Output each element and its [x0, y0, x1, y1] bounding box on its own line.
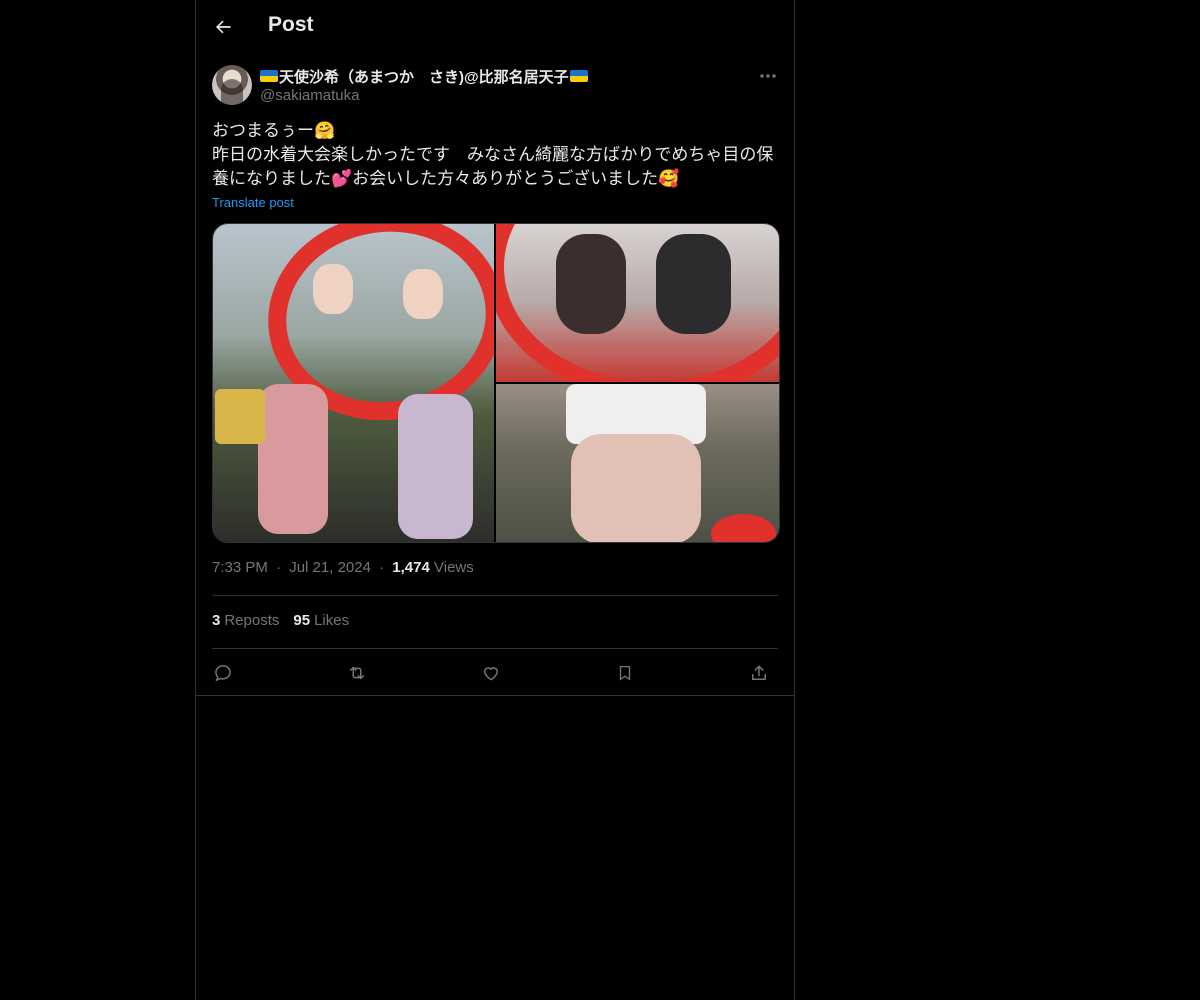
views-count: 1,474 — [392, 559, 430, 576]
post-time[interactable]: 7:33 PM — [212, 559, 268, 576]
like-icon — [481, 663, 501, 683]
ukraine-flag-icon — [260, 70, 278, 82]
share-button[interactable] — [746, 660, 772, 686]
meta-separator: · — [276, 559, 282, 576]
ukraine-flag-icon — [569, 70, 588, 82]
post-date[interactable]: Jul 21, 2024 — [289, 559, 371, 576]
views-label: Views — [434, 559, 474, 576]
reply-icon — [213, 663, 233, 683]
action-bar — [212, 658, 778, 688]
person-face — [403, 269, 443, 319]
more-options-button[interactable] — [758, 66, 778, 86]
likes-label: Likes — [314, 612, 350, 629]
page-title: Post — [268, 13, 314, 36]
reposts-label: Reposts — [224, 612, 280, 629]
divider — [212, 648, 778, 649]
person-hair — [656, 234, 731, 334]
person-body — [258, 384, 328, 534]
person-body — [398, 394, 473, 539]
photo-2[interactable] — [496, 224, 779, 382]
post-text-line: 昨日の水着大会楽しかったです みなさん綺麗な方ばかりでめちゃ目の保養になりました… — [212, 145, 774, 188]
meta-separator: · — [379, 559, 385, 576]
heart-balloon — [496, 224, 779, 382]
bookmark-icon — [616, 663, 634, 683]
translate-post-link[interactable]: Translate post — [212, 195, 294, 210]
bookmark-button[interactable] — [612, 660, 638, 686]
like-button[interactable] — [478, 660, 504, 686]
reply-button[interactable] — [210, 660, 236, 686]
reposts-stat[interactable]: 3 Reposts — [212, 612, 279, 629]
back-button[interactable] — [210, 12, 236, 42]
heart-balloon — [711, 514, 776, 542]
author-handle[interactable]: @sakiamatuka — [260, 87, 359, 104]
photo-1[interactable] — [213, 224, 494, 542]
post-text-line: おつまるぅー🤗 — [212, 121, 336, 140]
person-hair — [556, 234, 626, 334]
post-text: おつまるぅー🤗 昨日の水着大会楽しかったです みなさん綺麗な方ばかりでめちゃ目の保… — [212, 119, 778, 191]
post-detail-column: Post 天使沙希（あまつか さき)@比那名居天子 @sakiamatuka お… — [195, 0, 795, 1000]
post-meta: 7:33 PM · Jul 21, 2024 · 1,474 Views — [212, 559, 474, 576]
avatar[interactable] — [212, 65, 252, 105]
repost-icon — [346, 663, 368, 683]
photo-3[interactable] — [496, 384, 779, 542]
author-display-name[interactable]: 天使沙希（あまつか さき)@比那名居天子 — [279, 66, 569, 87]
more-dots-icon — [760, 74, 776, 78]
person-body — [571, 434, 701, 542]
repost-button[interactable] — [344, 660, 370, 686]
author-name-row[interactable]: 天使沙希（あまつか さき)@比那名居天子 — [260, 66, 588, 86]
reposts-count: 3 — [212, 612, 221, 629]
likes-count: 95 — [293, 612, 311, 629]
media-grid — [212, 223, 780, 543]
divider — [196, 695, 794, 696]
arrow-left-icon — [213, 17, 233, 37]
handbag — [215, 389, 265, 444]
divider — [212, 595, 778, 596]
person-face — [313, 264, 353, 314]
likes-stat[interactable]: 95 Likes — [293, 612, 349, 629]
post-stats: 3 Reposts 95 Likes — [212, 612, 349, 629]
share-icon — [749, 663, 769, 683]
top-bar: Post — [196, 0, 794, 54]
